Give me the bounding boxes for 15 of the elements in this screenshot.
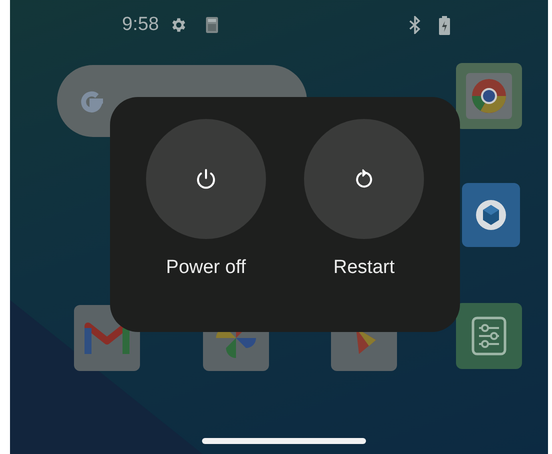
power-icon [195,168,217,190]
home-handle[interactable] [202,438,366,444]
bluetooth-icon [409,16,421,34]
battery-charging-icon [439,16,450,34]
clock-time: 9:58 [122,14,159,36]
option-label[interactable]: Power off [160,253,252,283]
sliders-icon [469,314,509,358]
cube-app-icon[interactable] [462,183,520,247]
sd-card-icon [204,16,219,34]
restart-icon [353,168,375,190]
browser-logo-icon [466,73,512,119]
cube-icon [475,198,507,232]
option-label[interactable]: Restart [327,253,401,283]
settings-app-icon[interactable] [456,303,522,369]
browser-app-icon[interactable] [456,63,522,129]
